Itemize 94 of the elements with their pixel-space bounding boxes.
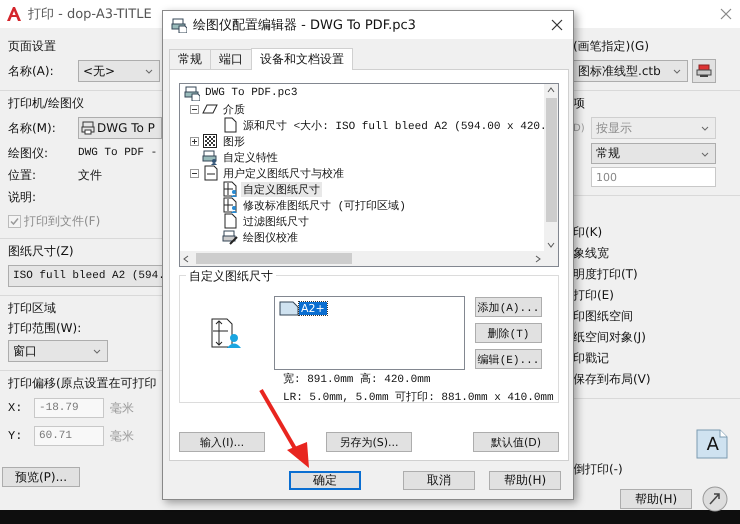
plotter-icon [696,63,712,79]
scrollbar-thumb[interactable] [196,253,352,264]
group-heading: 图纸尺寸(Z) [8,243,75,259]
vertical-scrollbar[interactable] [544,84,558,251]
arrow-circle-icon[interactable] [702,486,728,512]
option-label: 印图纸空间 [573,308,634,325]
tree-item[interactable]: 修改标准图纸尺寸 (可打印区域) [241,198,408,212]
option-label: 象线宽 [573,245,610,262]
group-heading: 自定义图纸尺寸 [186,268,276,285]
size-button[interactable]: 删除(T) [475,323,542,343]
dialog-button[interactable]: 确定 [289,471,361,490]
checkbox-label: 打印到文件(F) [24,213,100,230]
group-heading: (画笔指定)(G) [573,38,650,54]
unit-label: 毫米 [110,428,134,444]
group-heading: 打印偏移(原点设置在可打印 [8,375,158,391]
page-icon [222,117,238,133]
group-heading: 打印区域 [8,300,57,316]
option-label: 印(K) [573,224,604,241]
tree-item[interactable]: 绘图仪校准 [241,230,300,244]
option-label: 印戳记 [573,350,610,367]
plot-range-dropdown[interactable]: 窗口 [8,340,108,362]
tree-item[interactable]: 用户定义图纸尺寸与校准 [221,166,346,180]
field-label: 绘图仪: [8,144,50,162]
dialog-button[interactable]: 帮助(H) [489,471,561,490]
offset-field[interactable]: 60.71 [34,426,104,446]
tree-item[interactable]: 过滤图纸尺寸 [241,214,311,228]
field-label: 位置: [8,166,38,184]
unit-label: 毫米 [110,400,134,416]
field-label: 打印范围(W): [8,320,82,336]
page-user-icon [222,197,238,213]
printer-icon [81,121,95,135]
tab[interactable]: 常规 [169,49,211,69]
collapse-icon[interactable] [190,168,199,178]
tree-item[interactable]: 自定义特性 [221,150,280,164]
page-icon [202,165,218,181]
list-item[interactable]: A2+ [299,302,327,314]
group-heading: 打印机/绘图仪 [8,95,86,111]
checker-icon [202,133,218,149]
plotter-pen-icon [222,229,238,245]
dialog-button[interactable]: 取消 [403,471,475,490]
plotter-icon [184,85,200,101]
field-label: Y: [8,429,24,443]
paper-size-user-icon [210,317,242,349]
page-setup-dropdown[interactable]: <无> [78,60,160,82]
collapse-icon[interactable] [190,104,199,114]
panel-button[interactable]: 默认值(D) [473,432,559,452]
panel-button[interactable]: 另存为(S)... [326,432,412,452]
size-button[interactable]: 添加(A)... [475,297,542,317]
field-value: 文件 [78,166,102,184]
close-icon[interactable] [549,17,565,33]
tree-view[interactable]: DWG To PDF.pc3 介质 源和尺寸 <大小: ISO full bleed A2 (594.00 x 420. 图形 自定义特性 用户定义图纸尺寸与校准 自定义图纸尺寸 修改标准图纸尺寸 (可打印区域) 过滤图纸尺寸 绘图仪校准 [179,83,559,267]
plotter-icon [171,17,187,33]
app-logo-icon [6,6,22,22]
tree-item[interactable]: 图形 [221,134,247,148]
field-label: X: [8,401,24,415]
orientation-letter: A [706,434,719,455]
page-icon [279,300,299,316]
scrollbar-thumb[interactable] [546,98,556,222]
field-label: D) [573,122,586,134]
dpi-field[interactable]: 100 [591,167,716,187]
page-user-icon [222,181,238,197]
help-button[interactable]: 帮助(H) [620,489,692,509]
option-label: 倒打印(-) [573,461,624,478]
preview-button[interactable]: 预览(P)... [2,467,80,487]
tab[interactable]: 设备和文档设置 [251,48,353,70]
option-label: 保存到布局(V) [573,371,652,388]
printer-dropdown[interactable]: DWG To P [78,117,162,139]
option-label: 明度打印(T) [573,266,639,283]
field-label: 说明: [8,188,38,206]
field-label: 名称(M): [8,120,57,136]
horizontal-scrollbar[interactable] [180,251,558,266]
plotter-user-icon [202,149,218,165]
group-heading: 项 [573,95,586,111]
tree-item[interactable]: 自定义图纸尺寸 [241,182,322,196]
offset-field[interactable]: -18.79 [34,398,104,418]
tree-item[interactable]: 源和尺寸 <大小: ISO full bleed A2 (594.00 x 420. [241,118,544,132]
paper-size-list[interactable]: A2+ [274,296,465,370]
size-button[interactable]: 编辑(E)... [475,349,542,369]
plot-style-dropdown[interactable]: 图标准线型.ctb [573,60,688,82]
edit-style-button[interactable] [692,59,716,83]
text-orientation-icon [696,429,728,459]
option-label: 纸空间对象(J) [573,329,647,346]
field-value: DWG To PDF - [78,147,158,159]
expand-icon[interactable] [190,136,199,146]
panel-button[interactable]: 输入(I)... [179,432,265,452]
window-title: 绘图仪配置编辑器 - DWG To PDF.pc3 [193,17,417,34]
page-icon [222,213,238,229]
tree-item[interactable]: 介质 [221,102,247,116]
size-text: 宽: 891.0mm 高: 420.0mm [283,372,432,388]
group-heading: 页面设置 [8,38,57,54]
field-label: 名称(A): [8,62,55,80]
window-title: 打印 - dop-A3-TITLE [28,6,153,23]
quality-dropdown[interactable]: 常规 [591,143,716,164]
tree-item[interactable]: DWG To PDF.pc3 [203,87,300,99]
